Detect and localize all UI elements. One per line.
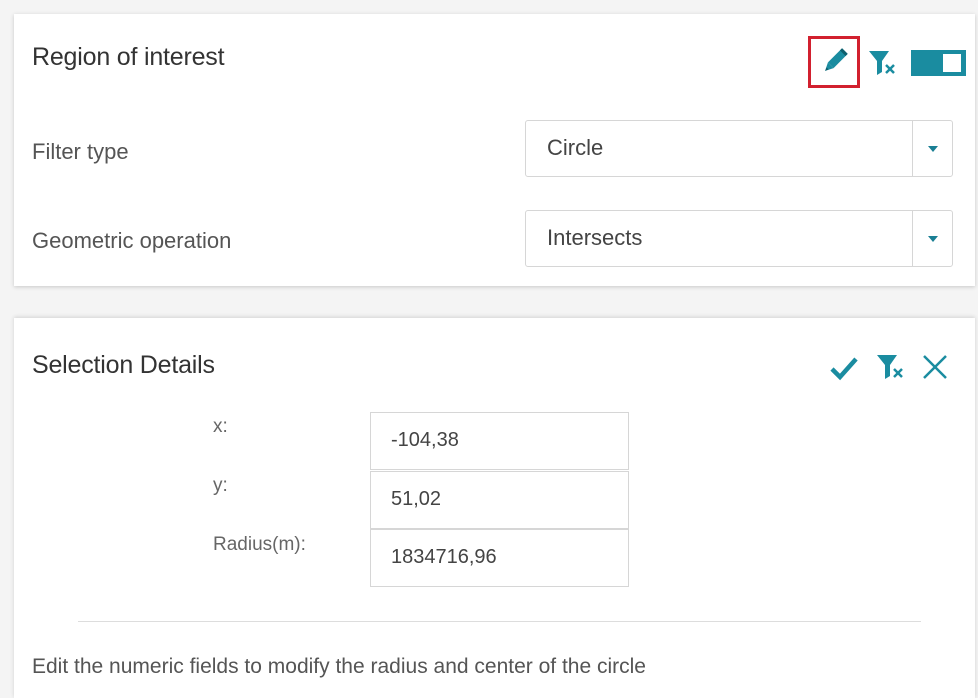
clear-filter-icon[interactable]	[874, 352, 906, 387]
edit-highlight-box	[808, 36, 860, 88]
chevron-down-icon[interactable]	[912, 121, 952, 176]
selection-details-panel: Selection Details x: -104,38 y: 51,02 Ra…	[14, 318, 975, 698]
panel-title: Selection Details	[32, 351, 215, 379]
region-of-interest-panel: Region of interest Filter type Circle Ge…	[14, 14, 975, 286]
divider	[78, 621, 921, 622]
y-value: 51,02	[391, 488, 442, 510]
clear-filter-icon[interactable]	[866, 48, 898, 83]
filter-type-select[interactable]: Circle	[525, 120, 953, 177]
geometric-operation-value: Intersects	[547, 225, 643, 250]
panel-title: Region of interest	[32, 43, 225, 71]
radius-value: 1834716,96	[391, 546, 497, 568]
geometric-operation-label: Geometric operation	[32, 228, 232, 253]
help-text: Edit the numeric fields to modify the ra…	[32, 655, 646, 678]
y-input[interactable]: 51,02	[370, 471, 629, 529]
x-input[interactable]: -104,38	[370, 412, 629, 470]
filter-type-value: Circle	[547, 135, 604, 160]
geometric-operation-select[interactable]: Intersects	[525, 210, 953, 267]
toggle-switch[interactable]	[911, 50, 966, 76]
x-label: x:	[213, 416, 228, 437]
y-label: y:	[213, 475, 228, 496]
close-icon[interactable]	[920, 352, 950, 387]
radius-input[interactable]: 1834716,96	[370, 529, 629, 587]
filter-type-label: Filter type	[32, 139, 129, 164]
check-icon[interactable]	[829, 354, 859, 387]
x-value: -104,38	[391, 429, 459, 451]
chevron-down-icon[interactable]	[912, 211, 952, 266]
radius-label: Radius(m):	[213, 534, 306, 555]
